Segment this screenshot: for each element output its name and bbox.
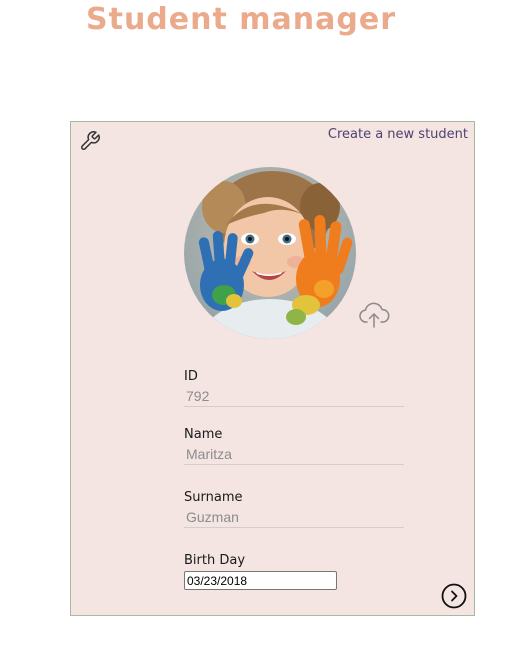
name-field: Name — [184, 427, 404, 465]
id-input[interactable] — [184, 387, 404, 407]
student-avatar — [184, 167, 356, 339]
settings-button[interactable] — [79, 130, 101, 152]
wrench-icon — [81, 131, 100, 150]
name-input[interactable] — [184, 445, 404, 465]
student-card: Create a new student ID 792 Name Maritza… — [70, 121, 475, 616]
chevron-right-circle-icon — [441, 583, 467, 609]
birthday-date-input[interactable] — [184, 571, 337, 590]
surname-input[interactable] — [184, 508, 404, 528]
surname-field: Surname — [184, 490, 404, 528]
cloud-upload-icon — [359, 302, 390, 328]
surname-label: Surname — [184, 490, 243, 505]
birthday-field: Birth Day — [184, 553, 404, 590]
next-button[interactable] — [441, 583, 467, 609]
upload-photo-button[interactable] — [358, 300, 390, 330]
name-label: Name — [184, 427, 223, 442]
app-title: Student manager — [86, 2, 396, 37]
id-label: ID — [184, 369, 198, 384]
id-field: ID — [184, 369, 404, 407]
create-student-link[interactable]: Create a new student — [328, 127, 468, 142]
birthday-label: Birth Day — [184, 553, 246, 568]
